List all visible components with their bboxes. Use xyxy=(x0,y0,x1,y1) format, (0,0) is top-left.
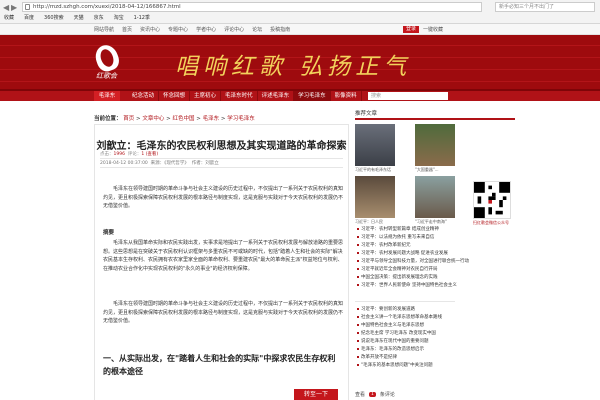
qr-label: 扫红歌会微信公众号 xyxy=(473,220,509,225)
main-menu: 毛泽东 纪念活动 怀念回想 主席初心 毛泽东时代 评述毛泽东 学习毛泽东 影像资… xyxy=(0,89,600,101)
article-paragraph: 毛泽东从我国革命实际和农民实践出发，实事求是地提出了一系列关于农民权利发展与解放… xyxy=(103,240,343,272)
banner-slogan: 唱响红歌 弘扬正气 xyxy=(175,54,412,80)
toplink[interactable]: 投稿指南 xyxy=(270,26,290,33)
article-paragraph: 毛泽东在领导建国时期的革命斗争与社会主义建设的历史过程中，不仅提出了一系列关于农… xyxy=(103,301,343,324)
breadcrumb-link[interactable]: 红色中国 xyxy=(173,116,195,122)
sidebar-link[interactable]: 社会主义讲一个毛泽东思想革命基本路线 xyxy=(357,314,442,320)
thumb-image[interactable] xyxy=(415,176,455,218)
sidebar-link[interactable]: 习近平：农村改革新纪元 xyxy=(357,242,411,248)
sidebar-link[interactable]: 习近平：农村发展问题大战略 促进农业发展 xyxy=(357,250,448,256)
sidebar-link[interactable]: 毛泽东：毛泽东的改造思想启示 xyxy=(357,346,424,352)
next-page-button[interactable]: 转至一下 xyxy=(294,389,338,400)
toplink[interactable]: 资讯中心 xyxy=(140,26,160,33)
menu-item[interactable]: 纪念活动 xyxy=(128,91,160,101)
article-meta: 2018-04-12 00:37:00 来源：《现代哲学》 作者：刘歆立 xyxy=(100,161,219,166)
toplink[interactable]: 论坛 xyxy=(252,26,262,33)
sidebar-link[interactable]: 改革开放不是纪律 xyxy=(357,354,397,360)
menu-search-input[interactable]: 搜索 xyxy=(368,92,448,100)
back-icon[interactable]: ◀ xyxy=(3,3,9,12)
bookmark-item[interactable]: 360搜索 xyxy=(44,14,64,23)
site-topbar: 网站导航 首页 资讯中心 专题中心 学者中心 评论中心 论坛 投稿指南 登录 一… xyxy=(0,24,600,35)
menu-item[interactable]: 怀念回想 xyxy=(159,91,191,101)
breadcrumb: 当前位置： 首页 > 文章中心 > 红色中国 > 毛泽东 > 学习毛泽东 xyxy=(94,116,255,122)
sidebar-link[interactable]: 习近平：以法规为依托 重写未来自信 xyxy=(357,234,434,240)
breadcrumb-link[interactable]: 首页 xyxy=(123,116,134,122)
lock-icon xyxy=(25,4,30,10)
bookmark-item[interactable]: 京东 xyxy=(94,14,104,23)
view-comments-link[interactable]: 查看 xyxy=(355,391,365,398)
article-paragraph: 毛泽东在领导建国时期的革命斗争与社会主义建设的历史过程中，不仅提出了一系列关于农… xyxy=(103,186,343,209)
breadcrumb-link[interactable]: 文章中心 xyxy=(142,116,164,122)
sidebar-link[interactable]: 习近平就近年全会精神对农民自行开局 xyxy=(357,266,438,272)
bookmark-item[interactable]: 百度 xyxy=(24,14,34,23)
menu-brand[interactable]: 毛泽东 xyxy=(94,91,120,101)
breadcrumb-link[interactable]: 学习毛泽东 xyxy=(227,116,255,122)
article-stats: 点击：1996 评论：1 (查看) xyxy=(100,152,159,157)
bookmarks-bar: 收藏 百度 360搜索 天猫 京东 淘宝 1-12季 xyxy=(0,14,150,23)
bookmark-item[interactable]: 淘宝 xyxy=(114,14,124,23)
sidebar-link[interactable]: "毛泽东的基本思想问题"中关注问题 xyxy=(357,362,433,368)
site-logo[interactable]: 红歌会 xyxy=(92,42,152,81)
sidebar-header: 推荐文章 xyxy=(355,110,515,120)
toplink[interactable]: 学者中心 xyxy=(196,26,216,33)
login-button[interactable]: 登录 xyxy=(403,26,419,33)
sidebar-link[interactable]: 习近平：要创新的发展道路 xyxy=(357,306,415,312)
sidebar-link[interactable]: 中国特色社会主义与毛泽东思想 xyxy=(357,322,424,328)
menu-item[interactable]: 评述毛泽东 xyxy=(258,91,295,101)
thumb-image[interactable] xyxy=(355,176,395,218)
toplink[interactable]: 网站导航 xyxy=(94,26,114,33)
menu-item[interactable]: 影像资料 xyxy=(331,91,362,101)
sidebar-link[interactable]: 习近平与领导全国科技力量，对全国进行联合统一行动 xyxy=(357,258,469,264)
thumb-image[interactable] xyxy=(355,124,395,166)
qr-code xyxy=(473,181,511,219)
recommend-sidebar: 推荐文章 习近平的有毛泽东话 "大国重器"... 习近平：日人民 "习近平走中南… xyxy=(355,110,515,400)
menu-item[interactable]: 毛泽东时代 xyxy=(221,91,258,101)
menu-item[interactable]: 主席初心 xyxy=(190,91,222,101)
comment-bar: 查看 1 条评论 xyxy=(355,391,395,398)
sidebar-link[interactable]: 纪念毛主席 学习毛泽东 改变现实中国 xyxy=(357,330,436,336)
forward-icon[interactable]: ▶ xyxy=(11,3,17,12)
sidebar-link[interactable]: 习近平：世界人民新使命 坚持中国特色社会主义 xyxy=(357,282,457,288)
bookmark-item[interactable]: 收藏 xyxy=(4,14,14,23)
bookmark-item[interactable]: 1-12季 xyxy=(134,14,150,23)
section-heading: 一、从实际出发，在"踏着人生和社会的实际"中探求农民生存权利的根本途径 xyxy=(103,353,336,376)
toplink[interactable]: 专题中心 xyxy=(168,26,188,33)
toplink[interactable]: 首页 xyxy=(122,26,132,33)
breadcrumb-link[interactable]: 毛泽东 xyxy=(203,116,220,122)
article-panel: 刘歆立：毛泽东的农民权利思想及其实现道路的革命探索 点击：1996 评论：1 (… xyxy=(94,124,349,400)
address-bar[interactable]: http://mzd.szhgh.com/xuexi/2018-04-12/16… xyxy=(22,2,482,12)
browser-search-input[interactable]: 新手必知三个月不出门了 xyxy=(495,2,595,12)
toplink[interactable]: 评论中心 xyxy=(224,26,244,33)
site-banner: 红歌会 唱响红歌 弘扬正气 xyxy=(0,35,600,89)
bookmark-item[interactable]: 天猫 xyxy=(74,14,84,23)
browser-chrome: ◀ ▶ http://mzd.szhgh.com/xuexi/2018-04-1… xyxy=(0,0,600,24)
article-title: 刘歆立：毛泽东的农民权利思想及其实现道路的革命探索 xyxy=(96,141,347,152)
comments-link[interactable]: (查看) xyxy=(146,152,159,157)
comment-count-badge: 1 xyxy=(369,392,376,397)
collect-link[interactable]: 一键收藏 xyxy=(423,26,443,33)
sidebar-link[interactable]: 习近平：农村转型新篇章 结成创业精神 xyxy=(357,226,439,232)
sidebar-link[interactable]: 中国全国决策：提出新发展理念的实践 xyxy=(357,274,438,280)
menu-item-active[interactable]: 学习毛泽东 xyxy=(294,91,331,101)
abstract-label: 摘要 xyxy=(103,230,115,236)
thumb-image[interactable] xyxy=(415,124,455,166)
sidebar-link[interactable]: 说说毛泽东在现代中国的重要问题 xyxy=(357,338,429,344)
